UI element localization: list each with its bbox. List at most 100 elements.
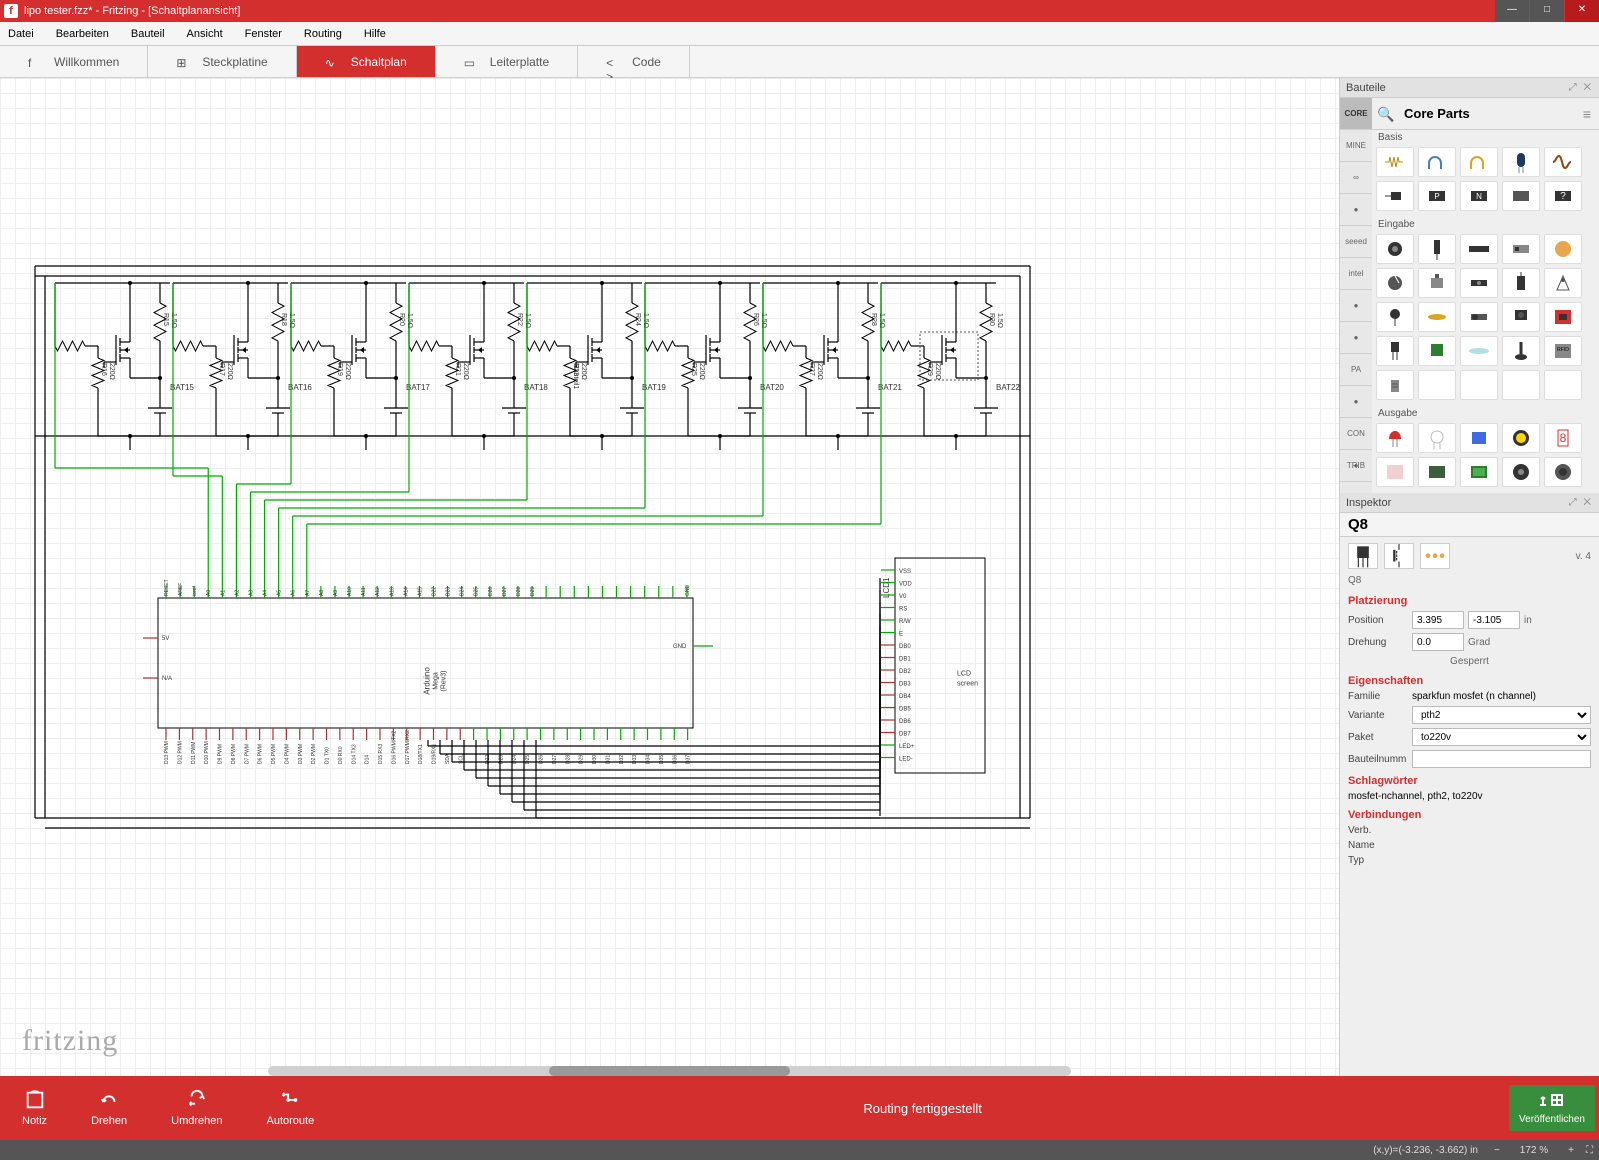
close-button[interactable]: ✕ (1565, 0, 1599, 22)
part-thumbnail[interactable] (1418, 457, 1456, 487)
part-thumbnail[interactable] (1502, 370, 1540, 400)
part-thumbnail[interactable] (1502, 457, 1540, 487)
bin-seeed[interactable]: seeed (1340, 226, 1372, 258)
bin-i7[interactable]: ● (1340, 322, 1372, 354)
part-thumbnail[interactable] (1502, 268, 1540, 298)
part-thumbnail[interactable] (1418, 370, 1456, 400)
part-thumbnail[interactable] (1376, 302, 1414, 332)
menu-routing[interactable]: Routing (304, 28, 342, 40)
part-thumbnail[interactable] (1502, 234, 1540, 264)
part-thumbnail[interactable] (1544, 234, 1582, 264)
bin-∞[interactable]: ∞ (1340, 162, 1372, 194)
part-thumbnail[interactable] (1502, 147, 1540, 177)
zoom-in-button[interactable]: + (1562, 1145, 1580, 1156)
part-thumbnail[interactable] (1502, 302, 1540, 332)
part-thumbnail[interactable] (1460, 147, 1498, 177)
part-thumbnail[interactable] (1544, 268, 1582, 298)
tab-code[interactable]: < >Code (578, 46, 690, 77)
bin-intel[interactable]: intel (1340, 258, 1372, 290)
part-thumbnail[interactable] (1544, 302, 1582, 332)
lock-toggle[interactable]: Gesperrt (1340, 653, 1599, 670)
search-icon[interactable]: 🔍 (1372, 100, 1400, 128)
bin-MINE[interactable]: MINE (1340, 130, 1372, 162)
tab-leiterplatte[interactable]: ▭Leiterplatte (436, 46, 578, 77)
part-thumbnail[interactable] (1502, 423, 1540, 453)
part-thumbnail[interactable]: 8 (1544, 423, 1582, 453)
bin-i9[interactable]: ● (1340, 386, 1372, 418)
bin-i11[interactable]: ● (1340, 450, 1372, 482)
part-thumbnail[interactable] (1460, 423, 1498, 453)
part-thumbnail[interactable]: ? (1544, 181, 1582, 211)
part-icon-variant[interactable] (1348, 543, 1378, 569)
part-thumbnail[interactable] (1376, 147, 1414, 177)
minimize-button[interactable]: — (1495, 0, 1529, 22)
action-drehen[interactable]: Drehen (69, 1089, 149, 1127)
part-thumbnail[interactable] (1376, 268, 1414, 298)
part-thumbnail[interactable] (1418, 147, 1456, 177)
part-thumbnail[interactable] (1460, 457, 1498, 487)
part-thumbnail[interactable] (1544, 147, 1582, 177)
bin-i6[interactable]: ● (1340, 290, 1372, 322)
part-thumbnail[interactable] (1418, 268, 1456, 298)
bin-i3[interactable]: ● (1340, 194, 1372, 226)
part-thumbnail[interactable] (1376, 234, 1414, 264)
horizontal-scrollbar[interactable] (268, 1066, 1071, 1076)
position-y-input[interactable] (1468, 611, 1520, 629)
variant-select[interactable]: pth2 (1412, 706, 1591, 724)
svg-text:220Ω: 220Ω (462, 363, 469, 380)
part-thumbnail[interactable] (1418, 423, 1456, 453)
menu-ansicht[interactable]: Ansicht (187, 28, 223, 40)
part-thumbnail[interactable] (1544, 457, 1582, 487)
part-thumbnail[interactable] (1502, 181, 1540, 211)
zoom-out-button[interactable]: − (1488, 1145, 1506, 1156)
part-thumbnail[interactable] (1460, 336, 1498, 366)
svg-text:R28: R28 (870, 313, 877, 326)
tab-steckplatine[interactable]: ⊞Steckplatine (148, 46, 296, 77)
part-thumbnail[interactable] (1460, 302, 1498, 332)
tags-value: mosfet-nchannel, pth2, to220v (1348, 791, 1483, 802)
part-thumbnail[interactable] (1376, 423, 1414, 453)
part-icon-variant[interactable] (1420, 543, 1450, 569)
part-thumbnail[interactable] (1460, 370, 1498, 400)
part-thumbnail[interactable] (1418, 234, 1456, 264)
menu-hilfe[interactable]: Hilfe (364, 28, 386, 40)
action-notiz[interactable]: Notiz (0, 1089, 69, 1127)
menu-bearbeiten[interactable]: Bearbeiten (56, 28, 109, 40)
maximize-button[interactable]: □ (1530, 0, 1564, 22)
svg-text:A11: A11 (361, 587, 367, 596)
part-thumbnail[interactable] (1376, 457, 1414, 487)
part-thumbnail[interactable] (1418, 336, 1456, 366)
part-thumbnail[interactable] (1376, 181, 1414, 211)
action-umdrehen[interactable]: Umdrehen (149, 1089, 244, 1127)
part-thumbnail[interactable] (1460, 268, 1498, 298)
menu-fenster[interactable]: Fenster (245, 28, 282, 40)
part-thumbnail[interactable]: RFID (1544, 336, 1582, 366)
part-icon-variant[interactable] (1384, 543, 1414, 569)
package-select[interactable]: to220v (1412, 728, 1591, 746)
panel-pin-buttons[interactable]: ⤢ ✕ (1569, 497, 1593, 508)
position-x-input[interactable] (1412, 611, 1464, 629)
tab-willkommen[interactable]: fWillkommen (0, 46, 148, 77)
rotation-input[interactable] (1412, 633, 1464, 651)
part-thumbnail[interactable] (1460, 234, 1498, 264)
panel-pin-buttons[interactable]: ⤢ ✕ (1569, 82, 1593, 93)
part-thumbnail[interactable] (1418, 302, 1456, 332)
zoom-fit-button[interactable]: ⛶ (1580, 1145, 1599, 1156)
publish-button[interactable]: Veröffentlichen (1509, 1085, 1595, 1131)
bin-menu[interactable]: ≡ (1575, 106, 1599, 122)
menu-datei[interactable]: Datei (8, 28, 34, 40)
partno-input[interactable] (1412, 750, 1591, 768)
part-thumbnail[interactable]: P (1418, 181, 1456, 211)
part-thumbnail[interactable] (1502, 336, 1540, 366)
action-autoroute[interactable]: Autoroute (245, 1089, 337, 1127)
bin-CORE[interactable]: CORE (1340, 98, 1372, 130)
bin-CON TRIB[interactable]: CON TRIB (1340, 418, 1372, 450)
tab-schaltplan[interactable]: ∿Schaltplan (297, 46, 436, 77)
part-thumbnail[interactable] (1544, 370, 1582, 400)
part-thumbnail[interactable] (1376, 336, 1414, 366)
part-thumbnail[interactable]: N (1460, 181, 1498, 211)
bin-PA[interactable]: PA (1340, 354, 1372, 386)
part-thumbnail[interactable] (1376, 370, 1414, 400)
schematic-canvas[interactable]: R151.5ΩR16220ΩBAT15R181.5ΩR17220ΩBAT16R2… (0, 78, 1339, 1076)
menu-bauteil[interactable]: Bauteil (131, 28, 165, 40)
